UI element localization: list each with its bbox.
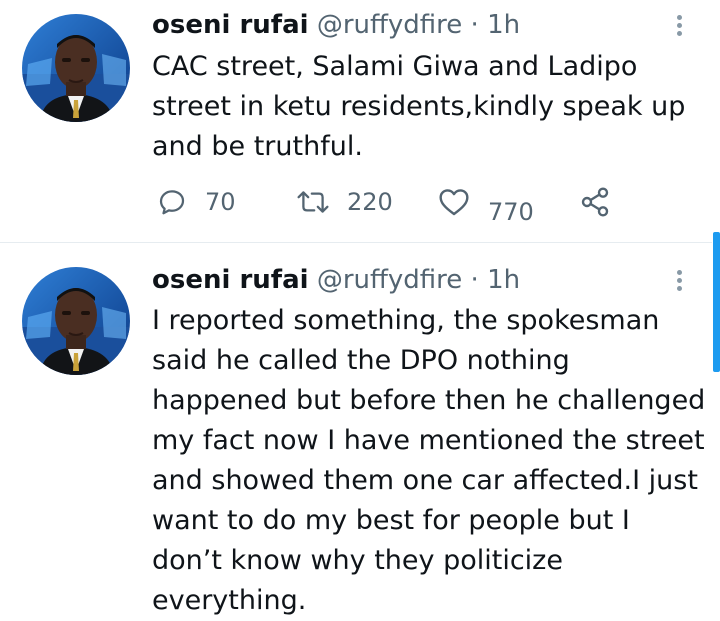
heart-icon [439, 189, 469, 216]
avatar[interactable] [22, 267, 130, 375]
more-vertical-icon[interactable] [672, 267, 686, 297]
tweet-actions: 70 220 770 [152, 182, 622, 226]
like-count: 770 [488, 198, 534, 226]
tweet-header: oseni rufai @ruffydfire · 1h [152, 10, 520, 40]
separator-dot: · [470, 265, 479, 295]
timestamp[interactable]: 1h [487, 10, 520, 40]
author-handle[interactable]: @ruffydfire [317, 10, 462, 40]
retweet-button[interactable]: 220 [295, 182, 393, 222]
tweet-item[interactable]: oseni rufai @ruffydfire · 1h CAC street,… [0, 0, 712, 242]
author-handle[interactable]: @ruffydfire [317, 265, 462, 295]
scrollbar[interactable] [713, 232, 720, 372]
avatar-image [22, 14, 130, 122]
tweet-header: oseni rufai @ruffydfire · 1h [152, 265, 520, 295]
reply-count: 70 [205, 188, 236, 216]
retweet-icon [297, 191, 329, 213]
reply-button[interactable]: 70 [157, 182, 236, 222]
tweet-text: CAC street, Salami Giwa and Ladipo stree… [152, 51, 686, 162]
share-icon [581, 187, 609, 217]
author-name[interactable]: oseni rufai [152, 10, 309, 40]
reply-icon [159, 190, 185, 215]
avatar[interactable] [22, 14, 130, 122]
tweet-item[interactable]: oseni rufai @ruffydfire · 1h I reported … [0, 243, 712, 616]
avatar-image [22, 267, 130, 375]
retweet-count: 220 [347, 188, 393, 216]
share-button[interactable] [579, 182, 611, 222]
separator-dot: · [470, 10, 479, 40]
author-name[interactable]: oseni rufai [152, 265, 309, 295]
like-button[interactable]: 770 [438, 182, 534, 226]
tweet-text: I reported something, the spokesman said… [152, 305, 706, 616]
timestamp[interactable]: 1h [487, 265, 520, 295]
more-vertical-icon[interactable] [672, 12, 686, 42]
